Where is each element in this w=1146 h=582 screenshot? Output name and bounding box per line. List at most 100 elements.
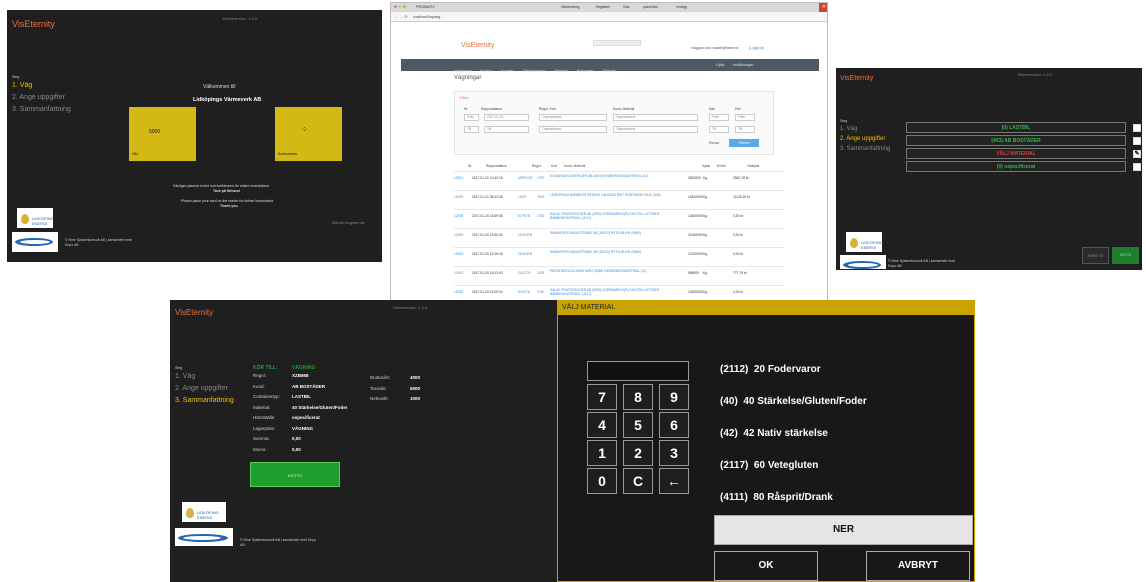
- summary-value: 0,00: [292, 446, 301, 452]
- keypad-key[interactable]: 2: [623, 440, 653, 466]
- keypad-key[interactable]: 4: [587, 412, 617, 438]
- nav-fordon[interactable]: Fordon: [480, 69, 492, 73]
- browser-window: ● ● ● PROBATIV Hälsentäring Registrier V…: [390, 2, 828, 329]
- bookmark-5[interactable]: Verktyg: [676, 5, 687, 9]
- bookmark-4[interactable]: quickView: [643, 5, 658, 9]
- cancel-button[interactable]: AVBRYT: [866, 551, 970, 581]
- table-cell: 2017-01-20 15:13:00: [472, 271, 503, 275]
- table-row[interactable]: 12002 2017-01-20 15:13:00 GLD776 1578 PERSLI…: [454, 266, 784, 285]
- option-row[interactable]: VÄLJ MATERIAL ✎: [906, 148, 1141, 159]
- keypad-key[interactable]: ←: [659, 468, 689, 494]
- table-cell: GLD776: [518, 271, 531, 275]
- down-button[interactable]: NER: [714, 515, 973, 545]
- material-option[interactable]: (4111) 80 Råsprit/Drank: [720, 492, 833, 503]
- nav-vagningar[interactable]: Vägningar: [454, 69, 471, 73]
- filter-kund[interactable]: Ospecificerat: [613, 114, 698, 121]
- card-not-working-link[interactable]: Mitt kort fungerar inte: [332, 221, 365, 225]
- summary-value: XZB868: [292, 373, 309, 378]
- table-cell: 2017-01-20 16:49:48: [472, 214, 503, 218]
- option-checkbox-icon[interactable]: [1133, 124, 1141, 132]
- drop-icon: [186, 508, 194, 518]
- step-1: 1. Väg: [840, 126, 858, 132]
- material-option[interactable]: (40) 40 Stärkelse/Gluten/Foder: [720, 396, 867, 407]
- table-cell: 1757: [537, 176, 545, 180]
- step-2: 2. Ange uppgifter: [12, 94, 65, 101]
- nav-settings[interactable]: Inställningar: [733, 59, 753, 71]
- table-row[interactable]: 12001 2017-01-21 10:42:18 URPX232 1757 SODAN…: [454, 171, 784, 190]
- table-row[interactable]: 12003 2017-01-20 15:16:18 CDCHEN SMAMFORS-I…: [454, 247, 784, 266]
- app-brand[interactable]: VisEternity: [461, 42, 494, 49]
- welcome-text: Välkommen till: [203, 84, 236, 90]
- bookmark-1[interactable]: Hälsentäring: [561, 5, 580, 9]
- brand-title: VisEternity: [12, 19, 55, 29]
- table-cell: Kg: [703, 290, 708, 294]
- option-checkbox-icon[interactable]: ✎: [1133, 150, 1141, 158]
- table-row[interactable]: 12000 2017-01-21 08:13:26 LIKIS 7543 LENDPRA…: [454, 190, 784, 209]
- table-cell: Kg: [703, 176, 708, 180]
- nav-rapporter[interactable]: Rapporter: [577, 69, 594, 73]
- table-cell: 1760: [537, 290, 545, 294]
- numeric-display[interactable]: [587, 361, 689, 381]
- card-label: Kortnummer: [278, 152, 298, 156]
- nav-material[interactable]: Material: [554, 69, 568, 73]
- receipt-button[interactable]: KVITTO: [250, 462, 340, 487]
- next-button[interactable]: NÄSTA: [1112, 247, 1139, 264]
- option-row[interactable]: (403) AB BOSTÄDER: [906, 135, 1141, 146]
- address-bar[interactable]: ← → ⟳ localhost/Vagning: [391, 12, 827, 22]
- keypad-key[interactable]: C: [623, 468, 653, 494]
- close-icon[interactable]: ✕: [819, 3, 827, 12]
- card-spinner-icon: ⁘: [301, 125, 308, 134]
- filter-mat-from[interactable]: Från: [709, 114, 729, 121]
- filter-pris-to[interactable]: Till: [735, 126, 755, 133]
- ok-button[interactable]: OK: [714, 551, 818, 581]
- table-row[interactable]: 12008 2017-01-20 16:49:48 KLP076 1752 SALAY …: [454, 209, 784, 228]
- summary-label: Hämtställe:: [253, 415, 276, 420]
- keypad-key[interactable]: 0: [587, 468, 617, 494]
- filter-nr-to[interactable]: Till: [464, 126, 479, 133]
- filter-date-from[interactable]: 2017-01-01: [484, 114, 529, 121]
- nav-kunder[interactable]: Kunder: [501, 69, 513, 73]
- option-checkbox-icon[interactable]: [1133, 163, 1141, 171]
- filter-nr-from[interactable]: Från: [464, 114, 479, 121]
- table-cell: URPX232: [518, 176, 533, 180]
- filter-regnr[interactable]: Ospecificerat: [539, 114, 607, 121]
- search-box[interactable]: [593, 40, 641, 46]
- drive-to-label: KÖR TILL:: [253, 365, 278, 371]
- nav-deklarationer[interactable]: Deklarationer: [523, 69, 546, 73]
- material-option[interactable]: (2112) 20 Fodervaror: [720, 364, 821, 375]
- filter-button[interactable]: Filtrera: [729, 139, 759, 147]
- tab-title[interactable]: PROBATIV: [416, 5, 435, 9]
- cancel-button[interactable]: AVBRYTA: [1082, 247, 1109, 264]
- reset-button[interactable]: Rensa: [709, 141, 719, 145]
- nav-help[interactable]: Hjälp: [716, 59, 725, 71]
- filter-mat-to[interactable]: Till: [709, 126, 729, 133]
- option-checkbox-icon[interactable]: [1133, 137, 1141, 145]
- filter-material[interactable]: Ospecificerat: [613, 126, 698, 133]
- url-text[interactable]: localhost/Vagning: [413, 15, 440, 19]
- summary-label: Moms:: [253, 446, 267, 452]
- filter-pris-from[interactable]: Från: [735, 114, 755, 121]
- lidkoping-logo: LIDKÖPING ENERGI: [846, 232, 883, 252]
- keypad-key[interactable]: 7: [587, 384, 617, 410]
- nav-arrows-icon[interactable]: ← → ⟳: [394, 14, 408, 19]
- keypad-key[interactable]: 9: [659, 384, 689, 410]
- keypad-key[interactable]: 6: [659, 412, 689, 438]
- bookmark-3[interactable]: Visa: [623, 5, 629, 9]
- keypad-key[interactable]: 3: [659, 440, 689, 466]
- nav-statistik[interactable]: Statistik: [603, 69, 616, 73]
- table-row[interactable]: 12009 2017-01-20 15:30:42 CDCHEN SMAMFORS-I…: [454, 228, 784, 247]
- keypad-key[interactable]: 1: [587, 440, 617, 466]
- material-option[interactable]: (42) 42 Nativ stärkelse: [720, 428, 828, 439]
- keypad-key[interactable]: 8: [623, 384, 653, 410]
- keypad-key[interactable]: 5: [623, 412, 653, 438]
- material-option[interactable]: (2117) 60 Vetegluten: [720, 460, 818, 471]
- logout-link[interactable]: (Logga ut): [749, 46, 764, 50]
- filter-kort[interactable]: Ospecificerat: [539, 126, 607, 133]
- card-tile: ⁘ Kortnummer: [275, 107, 342, 161]
- option-row[interactable]: (0) ospecificerat: [906, 161, 1141, 172]
- table-cell: 0,00 kr: [733, 233, 744, 237]
- table-cell: 21160000: [688, 233, 703, 237]
- filter-date-to[interactable]: Till: [484, 126, 529, 133]
- option-row[interactable]: (0) LASTBIL: [906, 122, 1141, 133]
- bookmark-2[interactable]: Registrier: [596, 5, 610, 9]
